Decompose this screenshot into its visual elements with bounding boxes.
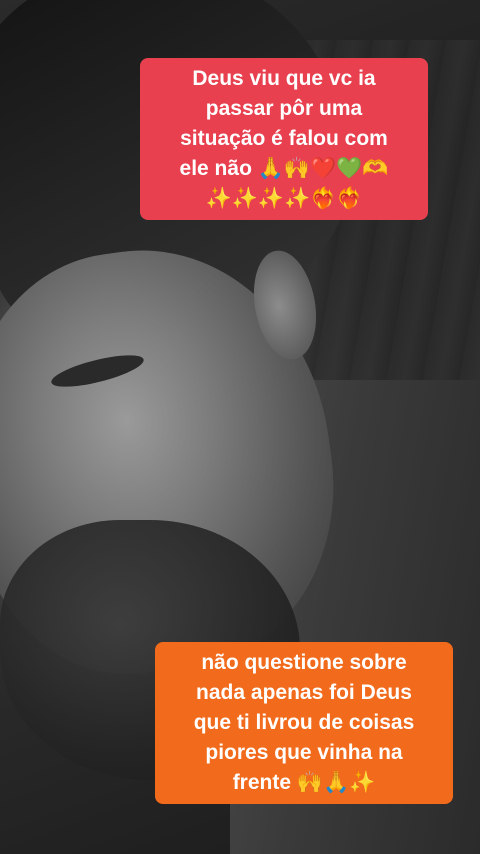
top-caption-line: ✨✨✨✨❤️‍🔥❤️‍🔥: [205, 187, 363, 210]
bottom-caption-line: nada apenas foi Deus: [196, 681, 412, 704]
bottom-caption-line: não questione sobre: [201, 651, 407, 674]
top-caption-line: Deus viu que vc ia: [192, 67, 376, 90]
bottom-caption-line: frente 🙌🙏✨: [232, 771, 376, 794]
top-caption-line: situação é falou com: [180, 127, 388, 150]
bottom-caption-line: que ti livrou de coisas: [193, 711, 415, 734]
top-caption-line: passar pôr uma: [205, 97, 363, 120]
top-caption-line: ele não 🙏🙌❤️💚🫶: [179, 157, 389, 180]
top-caption: Deus viu que vc ia passar pôr uma situaç…: [140, 58, 428, 220]
bottom-caption: não questione sobre nada apenas foi Deus…: [155, 642, 453, 804]
bottom-caption-line: piores que vinha na: [205, 741, 403, 764]
video-frame: Deus viu que vc ia passar pôr uma situaç…: [0, 0, 480, 854]
